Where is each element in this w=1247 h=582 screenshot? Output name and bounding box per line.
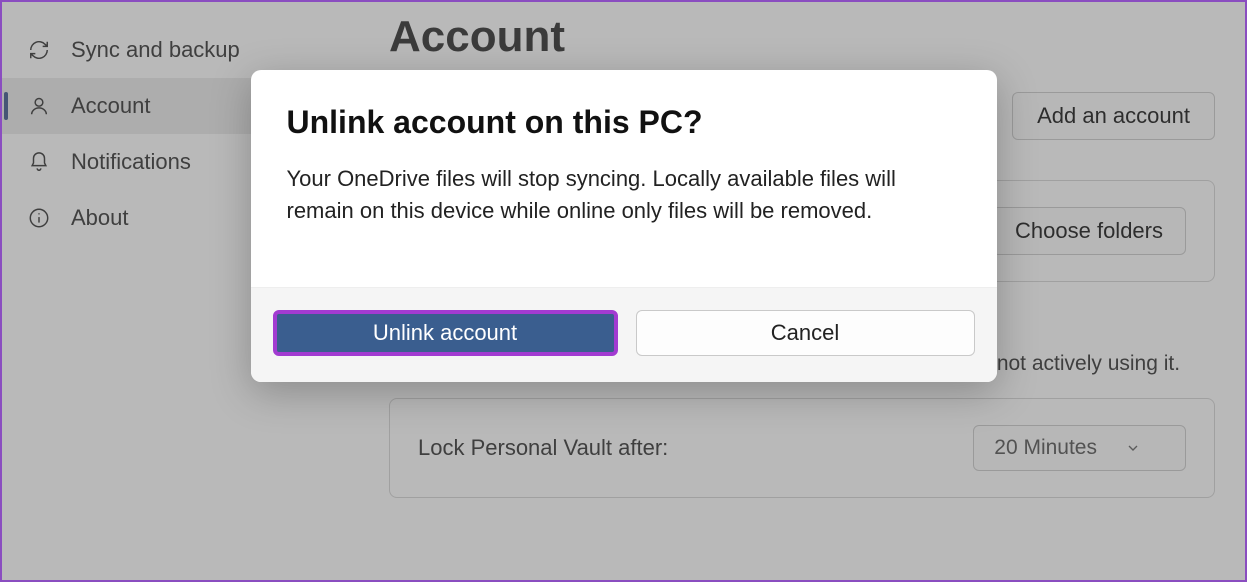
unlink-dialog: Unlink account on this PC? Your OneDrive… [251,70,997,382]
unlink-account-button[interactable]: Unlink account [273,310,618,356]
cancel-button[interactable]: Cancel [636,310,975,356]
dialog-title: Unlink account on this PC? [287,104,961,141]
dialog-actions: Unlink account Cancel [251,287,997,382]
dialog-text: Your OneDrive files will stop syncing. L… [287,163,961,227]
dialog-body: Unlink account on this PC? Your OneDrive… [251,70,997,287]
